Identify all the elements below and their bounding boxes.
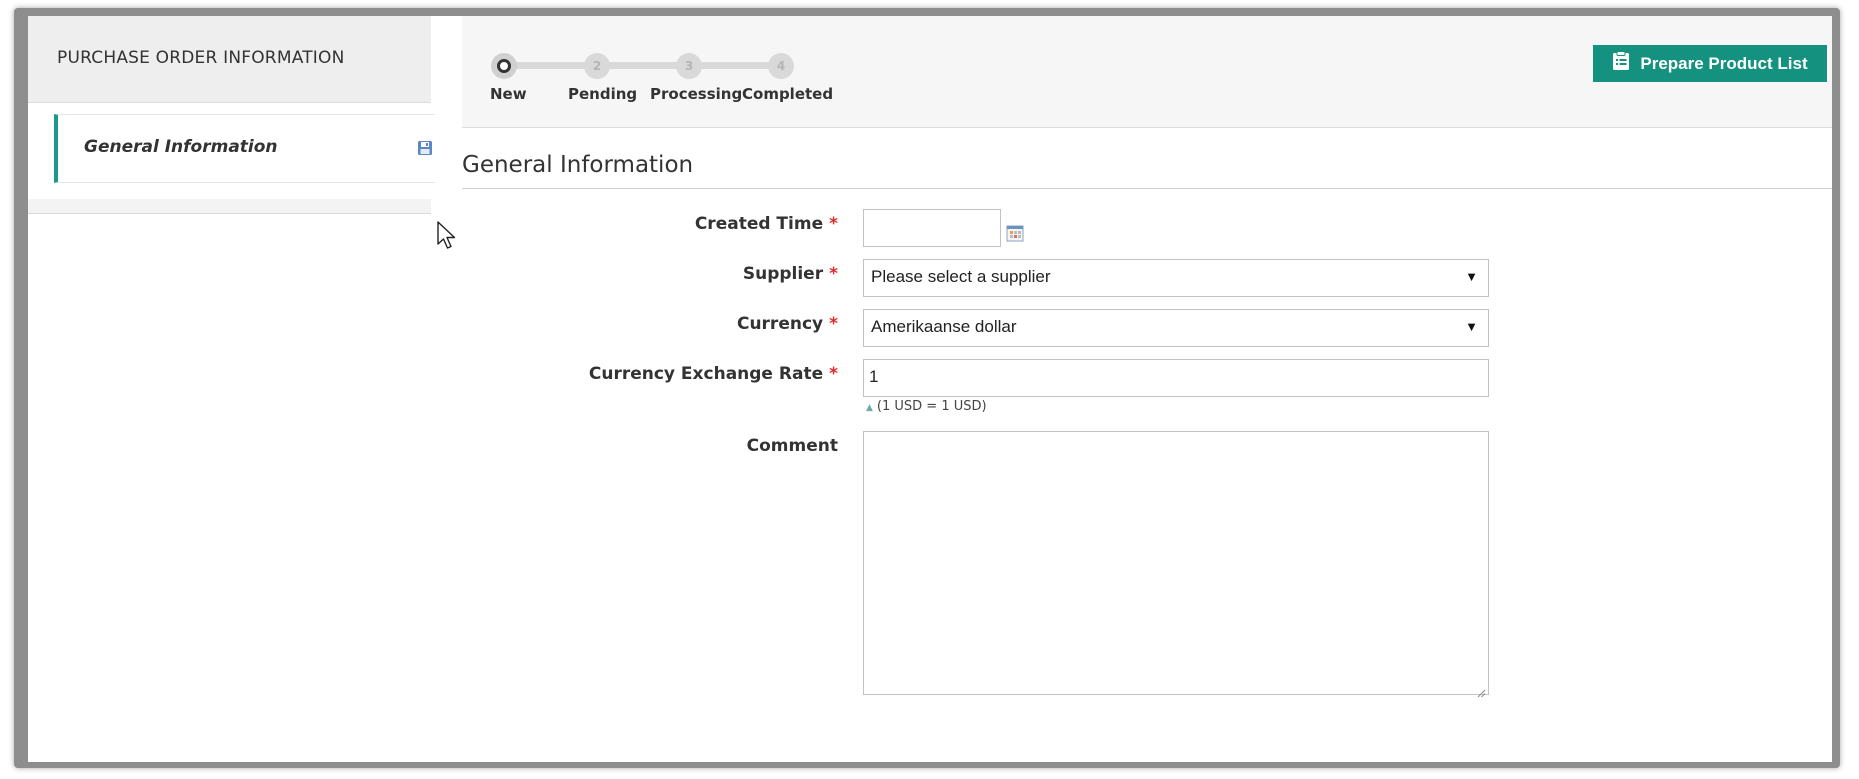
app-canvas: PURCHASE ORDER INFORMATION General Infor… <box>28 16 1832 762</box>
currency-select[interactable]: Amerikaanse dollar ▼ <box>863 309 1489 347</box>
save-icon <box>417 140 433 160</box>
required-marker: * <box>829 314 838 334</box>
section-title: General Information <box>462 152 694 178</box>
supplier-label-text: Supplier <box>742 264 824 284</box>
status-stepper: 2 3 4 New Pending Processing Completed <box>462 16 862 127</box>
sidebar-item-general-information[interactable]: General Information <box>54 114 435 183</box>
dropdown-arrow-icon: ▼ <box>1465 319 1478 334</box>
step-connector <box>505 62 585 69</box>
exchange-rate-input[interactable]: 1 <box>863 359 1489 397</box>
comment-label-text: Comment <box>746 436 838 456</box>
step-completed-marker: 4 <box>768 53 794 79</box>
comment-label: Comment <box>747 436 838 456</box>
currency-label-text: Currency <box>736 314 824 334</box>
prepare-product-list-label: Prepare Product List <box>1640 53 1808 73</box>
step-processing-marker: 3 <box>676 53 702 79</box>
sidebar-item-label: General Information <box>84 137 278 157</box>
step-processing-label: Processing <box>650 85 743 103</box>
step-new-label: New <box>490 85 527 103</box>
comment-textarea[interactable] <box>863 431 1489 698</box>
exchange-rate-note: ▲ (1 USD = 1 USD) <box>866 399 987 414</box>
step-new-marker <box>491 53 517 79</box>
exchange-rate-label: Currency Exchange Rate * <box>589 364 838 384</box>
created-time-label-text: Created Time <box>694 214 824 234</box>
currency-label: Currency * <box>737 314 838 334</box>
mouse-cursor-icon <box>436 220 458 254</box>
sidebar: PURCHASE ORDER INFORMATION General Infor… <box>28 16 435 214</box>
step-pending-label: Pending <box>568 85 638 103</box>
clipboard-list-icon <box>1612 51 1630 76</box>
exchange-rate-label-text: Currency Exchange Rate <box>588 364 824 384</box>
sidebar-footer <box>28 199 431 214</box>
calendar-icon[interactable] <box>1006 224 1024 246</box>
sidebar-header: PURCHASE ORDER INFORMATION <box>28 16 431 103</box>
step-completed-label: Completed <box>742 85 834 103</box>
created-time-label: Created Time * <box>695 214 838 234</box>
section-divider <box>462 188 1832 189</box>
required-marker: * <box>829 214 838 234</box>
currency-selected-value: Amerikaanse dollar <box>871 317 1017 336</box>
required-marker: * <box>829 364 838 384</box>
exchange-rate-note-text: (1 USD = 1 USD) <box>876 399 987 414</box>
supplier-selected-value: Please select a supplier <box>871 267 1051 286</box>
created-time-input[interactable] <box>863 209 1001 247</box>
supplier-select[interactable]: Please select a supplier ▼ <box>863 259 1489 297</box>
sidebar-header-title: PURCHASE ORDER INFORMATION <box>57 48 345 68</box>
order-status-bar: 2 3 4 New Pending Processing Completed P… <box>462 16 1832 128</box>
resize-handle-icon[interactable] <box>1477 683 1486 698</box>
triangle-up-icon: ▲ <box>866 403 873 413</box>
prepare-product-list-button[interactable]: Prepare Product List <box>1593 45 1827 82</box>
exchange-rate-value: 1 <box>869 367 879 386</box>
step-connector <box>598 62 678 69</box>
step-pending-marker: 2 <box>584 53 610 79</box>
required-marker: * <box>829 264 838 284</box>
dropdown-arrow-icon: ▼ <box>1465 269 1478 284</box>
step-connector <box>690 62 770 69</box>
supplier-label: Supplier * <box>743 264 838 284</box>
